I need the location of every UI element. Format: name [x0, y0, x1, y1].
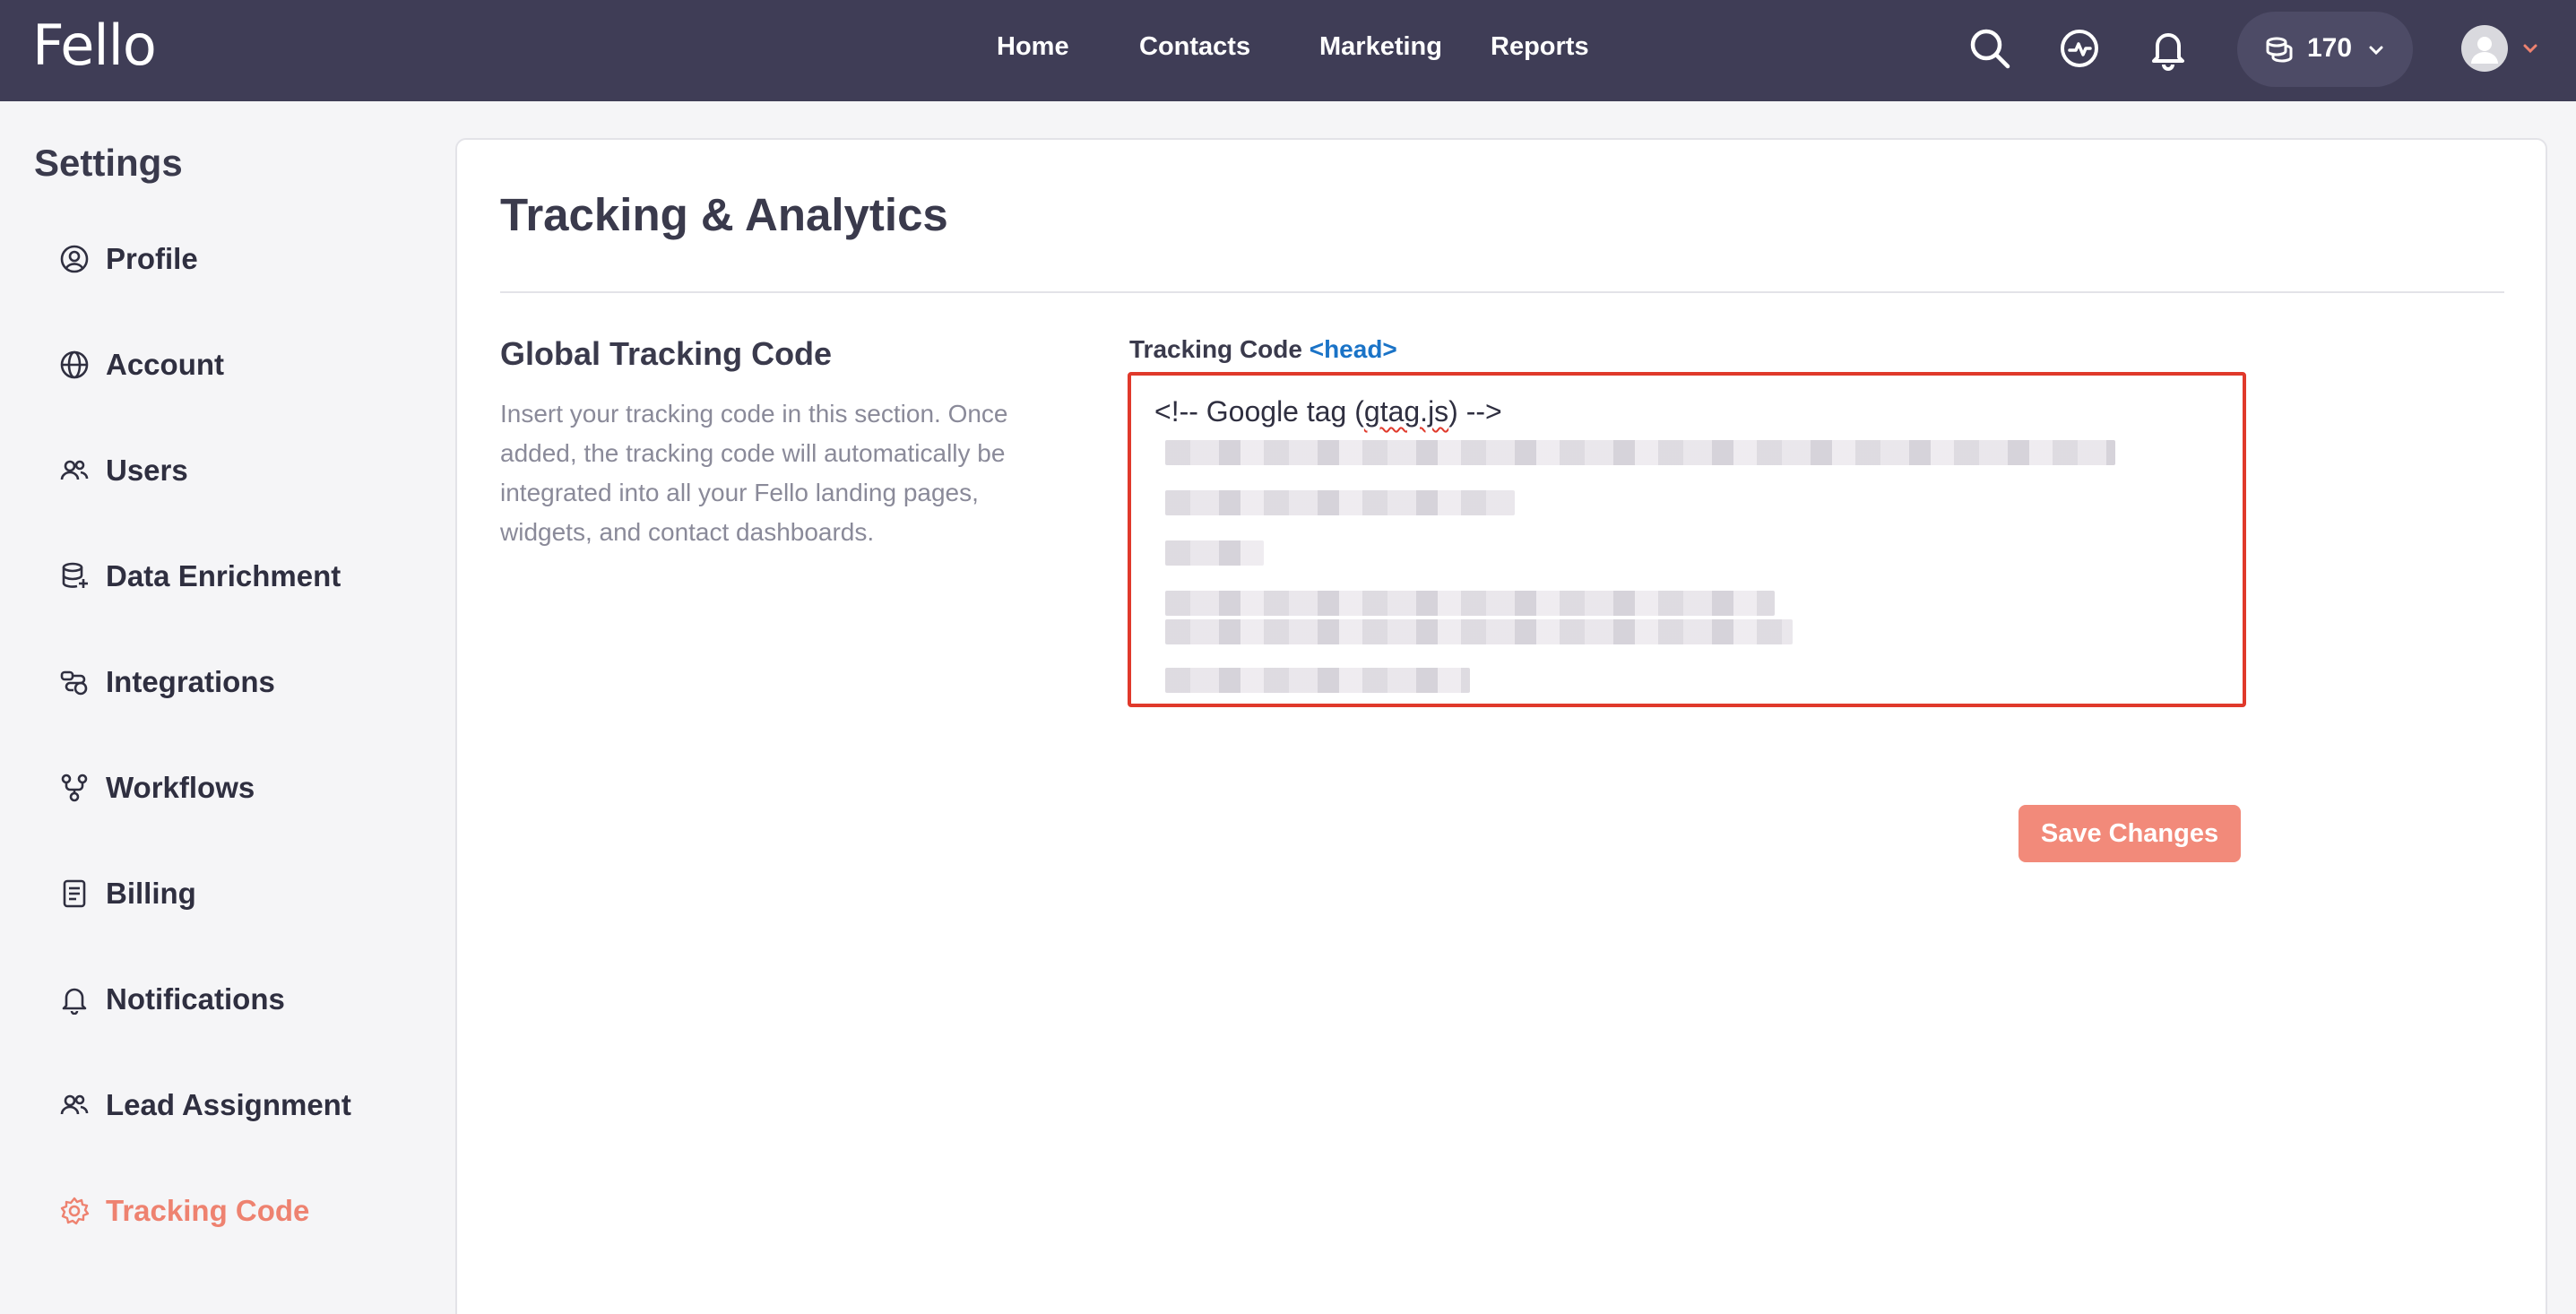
sidebar-item-profile[interactable]: Profile [59, 232, 418, 286]
coins-icon [2264, 34, 2295, 65]
bell-icon[interactable] [2145, 25, 2191, 72]
sidebar-item-label: Tracking Code [106, 1194, 310, 1227]
sidebar-item-label: Data Enrichment [106, 559, 341, 592]
save-changes-button[interactable]: Save Changes [2018, 805, 2241, 862]
chevron-down-icon[interactable] [2520, 39, 2540, 58]
workflow-icon [59, 773, 90, 803]
field-label-text: Tracking Code [1129, 335, 1302, 363]
credits-count: 170 [2307, 33, 2353, 63]
users-icon [59, 1090, 90, 1120]
sidebar-item-account[interactable]: Account [59, 338, 418, 392]
head-tag: <head> [1309, 335, 1397, 363]
sidebar-item-notifications[interactable]: Notifications [59, 973, 418, 1026]
sidebar-item-label: Profile [106, 242, 198, 275]
sidebar-item-workflows[interactable]: Workflows [59, 761, 418, 815]
section-description: Insert your tracking code in this sectio… [500, 400, 1008, 546]
tracking-code-label: Tracking Code <head> [1129, 335, 1397, 364]
sidebar-item-tracking-code[interactable]: Tracking Code [59, 1184, 418, 1238]
avatar[interactable] [2461, 25, 2508, 72]
redacted-code-line [1165, 668, 1470, 693]
tracking-code-textarea[interactable]: <!-- Google tag (gtag.js) --> [1128, 372, 2246, 707]
credits-dropdown[interactable]: 170 [2237, 12, 2413, 87]
redacted-code-line [1165, 540, 1264, 566]
user-circle-icon [59, 244, 90, 274]
globe-icon [59, 350, 90, 380]
search-icon[interactable] [1967, 25, 2013, 72]
sidebar-item-label: Lead Assignment [106, 1088, 351, 1121]
section-title: Global Tracking Code [500, 335, 833, 372]
nav-home[interactable]: Home [997, 32, 1069, 62]
sidebar-item-label: Workflows [106, 771, 255, 804]
redacted-code-line [1165, 490, 1515, 515]
nav-marketing[interactable]: Marketing [1319, 32, 1442, 62]
sidebar-item-label: Account [106, 348, 224, 381]
activity-icon[interactable] [2056, 25, 2103, 72]
sidebar-item-billing[interactable]: Billing [59, 867, 418, 921]
bell-icon [59, 984, 90, 1016]
sidebar-item-label: Billing [106, 877, 196, 910]
database-icon [59, 561, 90, 592]
sidebar-item-label: Integrations [106, 665, 275, 698]
redacted-code-line [1165, 440, 2115, 465]
chevron-down-icon [2366, 40, 2386, 60]
redacted-code-line [1165, 591, 1775, 616]
sidebar-item-label: Users [106, 454, 188, 487]
redacted-code-line [1165, 619, 1793, 644]
document-icon [59, 878, 90, 909]
nav-contacts[interactable]: Contacts [1139, 32, 1250, 62]
settings-panel: Tracking & Analytics Global Tracking Cod… [455, 138, 2547, 1314]
sidebar-item-data-enrichment[interactable]: Data Enrichment [59, 549, 418, 603]
fello-logo[interactable]: Fello [32, 13, 157, 78]
top-navigation-bar: Fello Home Contacts Marketing Reports 17… [0, 0, 2576, 101]
sidebar-item-lead-assignment[interactable]: Lead Assignment [59, 1078, 418, 1132]
sidebar-item-users[interactable]: Users [59, 444, 418, 497]
divider [500, 291, 2504, 293]
page-title: Tracking & Analytics [500, 189, 948, 240]
sidebar-item-label: Notifications [106, 982, 285, 1016]
sidebar-item-integrations[interactable]: Integrations [59, 655, 418, 709]
code-first-line: <!-- Google tag (gtag.js) --> [1154, 395, 1502, 428]
users-icon [59, 455, 90, 486]
nav-reports[interactable]: Reports [1491, 32, 1589, 62]
integration-icon [59, 667, 90, 697]
gear-icon [59, 1196, 90, 1226]
settings-title: Settings [34, 142, 183, 184]
